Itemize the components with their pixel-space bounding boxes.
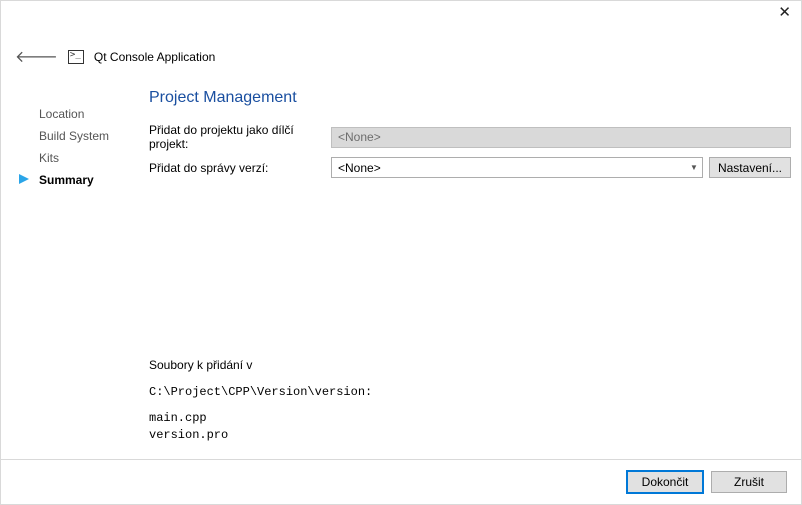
footer: Dokončit Zrušit <box>1 459 801 504</box>
page-title: Project Management <box>149 89 791 107</box>
wizard-steps: Location Build System Kits Summary <box>39 103 139 191</box>
vcs-row: Přidat do správy verzí: <None> ▼ Nastave… <box>149 157 791 178</box>
step-summary: Summary <box>39 169 139 191</box>
subproject-row: Přidat do projektu jako dílčí projekt: <… <box>149 123 791 151</box>
files-list: main.cpp version.pro <box>149 410 372 444</box>
console-icon <box>68 50 84 64</box>
subproject-combo: <None> ▼ <box>331 127 791 148</box>
wizard-window: ✕ 🡐 Qt Console Application Location Buil… <box>0 0 802 505</box>
vcs-settings-button[interactable]: Nastavení... <box>709 157 791 178</box>
close-icon[interactable]: ✕ <box>778 5 791 20</box>
header: 🡐 Qt Console Application <box>15 46 215 67</box>
files-area: Soubory k přidání v C:\Project\CPP\Versi… <box>149 357 372 444</box>
vcs-value: <None> <box>338 161 381 175</box>
files-caption: Soubory k přidání v <box>149 357 372 374</box>
step-build-system: Build System <box>39 125 139 147</box>
subproject-value: <None> <box>338 130 381 144</box>
subproject-label: Přidat do projektu jako dílčí projekt: <box>149 123 325 151</box>
app-title: Qt Console Application <box>94 50 215 64</box>
file-item: version.pro <box>149 427 372 444</box>
step-kits: Kits <box>39 147 139 169</box>
vcs-label: Přidat do správy verzí: <box>149 161 325 175</box>
files-path: C:\Project\CPP\Version\version: <box>149 384 372 401</box>
finish-button[interactable]: Dokončit <box>627 471 703 493</box>
body: Location Build System Kits Summary Proje… <box>1 89 801 454</box>
vcs-combo[interactable]: <None> ▼ <box>331 157 703 178</box>
cancel-button[interactable]: Zrušit <box>711 471 787 493</box>
file-item: main.cpp <box>149 410 372 427</box>
chevron-down-icon: ▼ <box>690 163 698 172</box>
step-location: Location <box>39 103 139 125</box>
back-arrow-icon[interactable]: 🡐 <box>15 46 58 67</box>
main-panel: Project Management Přidat do projektu ja… <box>149 89 791 454</box>
